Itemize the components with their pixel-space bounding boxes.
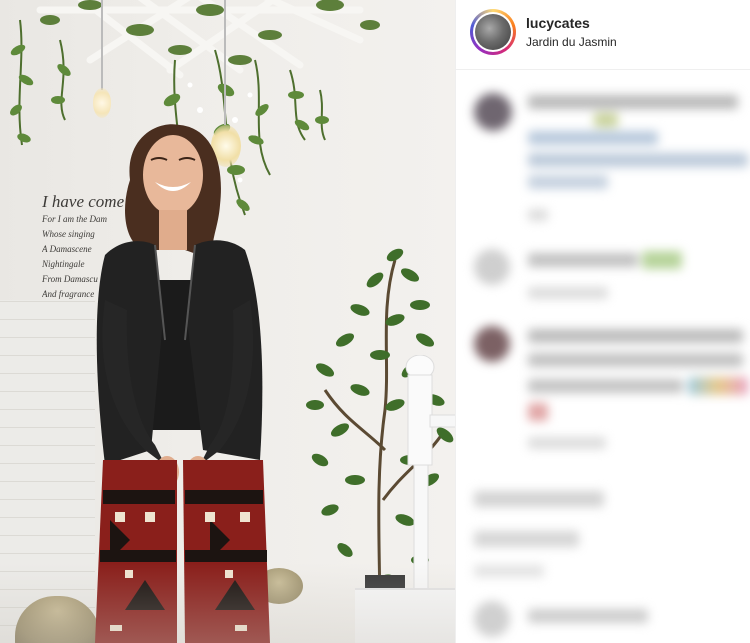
- comment-text-blur: [688, 377, 748, 395]
- comment-text-blur: [474, 531, 579, 547]
- bulb-left-glow: [93, 88, 111, 118]
- comment-avatar: [474, 601, 510, 637]
- post-side-panel: lucycates Jardin du Jasmin: [455, 0, 750, 643]
- story-ring[interactable]: [470, 9, 516, 55]
- comment-text-blur: [528, 609, 648, 623]
- bulb-center: [224, 0, 226, 125]
- avatar-frame: [473, 12, 513, 52]
- comments-list-blurred: [456, 71, 750, 643]
- comment-text-blur: [528, 379, 683, 393]
- post-location[interactable]: Jardin du Jasmin: [526, 35, 617, 49]
- post-photo[interactable]: I have come For I am the Dam Whose singi…: [0, 0, 455, 643]
- profile-avatar[interactable]: [475, 14, 511, 50]
- bulb-left: [101, 0, 103, 90]
- comment-avatar: [474, 93, 512, 131]
- comment-text-blur: [528, 131, 658, 145]
- comment-text-blur: [642, 251, 682, 269]
- post-header: lucycates Jardin du Jasmin: [456, 0, 750, 70]
- post-username[interactable]: lucycates: [526, 15, 590, 31]
- comment-meta-blur: [528, 287, 608, 299]
- comment-text-blur: [528, 403, 548, 421]
- comment-text-blur: [528, 329, 743, 343]
- comment-text-blur: [528, 95, 738, 109]
- comment-text-blur: [528, 153, 748, 167]
- comment-text-blur: [528, 175, 608, 189]
- comment-text-blur: [528, 253, 638, 267]
- comment-meta-blur: [528, 209, 548, 221]
- floor-shade: [0, 563, 455, 643]
- comment-meta-blur: [528, 437, 606, 449]
- comment-avatar: [474, 249, 510, 285]
- comment-text-blur: [528, 353, 743, 367]
- comment-text-blur: [594, 113, 618, 127]
- comment-avatar: [474, 326, 510, 362]
- comment-text-blur: [474, 565, 544, 577]
- comment-text-blur: [474, 491, 604, 507]
